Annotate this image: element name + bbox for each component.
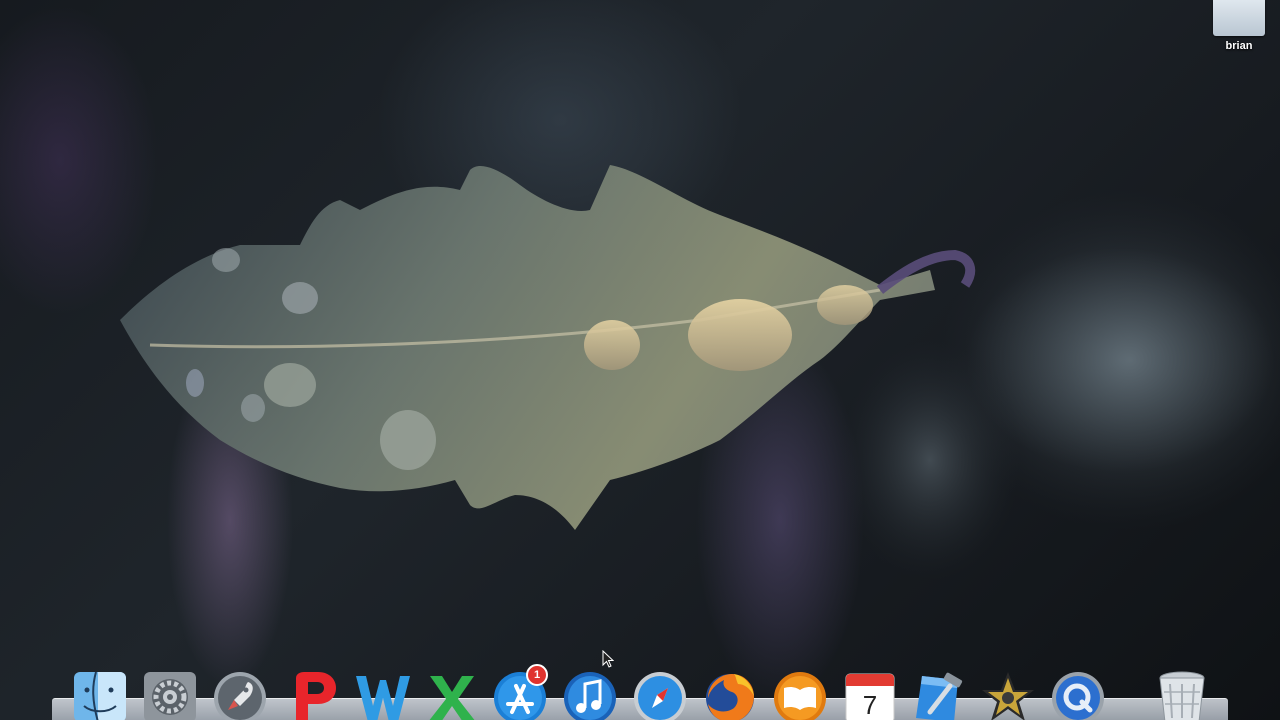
dock-item-imovie[interactable]	[978, 666, 1038, 720]
book-icon	[774, 672, 826, 720]
pages-p-icon	[296, 672, 336, 720]
dock-item-safari[interactable]	[630, 666, 690, 720]
firefox-icon	[706, 674, 754, 720]
finder-icon	[74, 671, 126, 720]
wallpaper-leaf-image	[120, 165, 1280, 580]
dock: 1 7	[70, 664, 1220, 720]
desktop-drive-icon[interactable]: brian	[1208, 0, 1270, 60]
dock-item-quicktime[interactable]	[1048, 666, 1108, 720]
desktop: brian 1 7	[0, 0, 1280, 720]
dock-item-ibooks[interactable]	[770, 666, 830, 720]
dock-item-pages[interactable]	[282, 666, 342, 720]
dock-item-launchpad[interactable]	[210, 666, 270, 720]
word-w-icon	[356, 676, 410, 720]
quicktime-icon	[1052, 672, 1104, 720]
dock-item-itunes[interactable]	[560, 666, 620, 720]
dock-item-firefox[interactable]	[700, 666, 760, 720]
music-note-icon	[564, 672, 616, 720]
app-store-update-badge: 1	[526, 664, 548, 686]
dock-item-xcode[interactable]	[908, 666, 968, 720]
dock-item-finder[interactable]	[70, 666, 130, 720]
dock-item-excel[interactable]	[422, 666, 482, 720]
dock-item-word[interactable]	[352, 666, 412, 720]
hammer-icon	[916, 672, 963, 720]
excel-x-icon	[429, 676, 475, 720]
rocket-icon	[214, 672, 266, 720]
hard-drive-icon	[1213, 0, 1265, 36]
dock-item-trash[interactable]	[1152, 666, 1212, 720]
desktop-drive-label: brian	[1225, 40, 1253, 52]
gear-icon	[144, 672, 196, 720]
compass-icon	[634, 672, 686, 720]
dock-item-calendar[interactable]: 7	[840, 666, 900, 720]
dock-item-app-store[interactable]: 1	[490, 664, 550, 720]
trash-icon	[1159, 671, 1205, 720]
dock-item-system-preferences[interactable]	[140, 666, 200, 720]
star-icon	[982, 672, 1034, 720]
calendar-day-text: 7	[863, 690, 877, 720]
calendar-icon: 7	[845, 673, 895, 720]
